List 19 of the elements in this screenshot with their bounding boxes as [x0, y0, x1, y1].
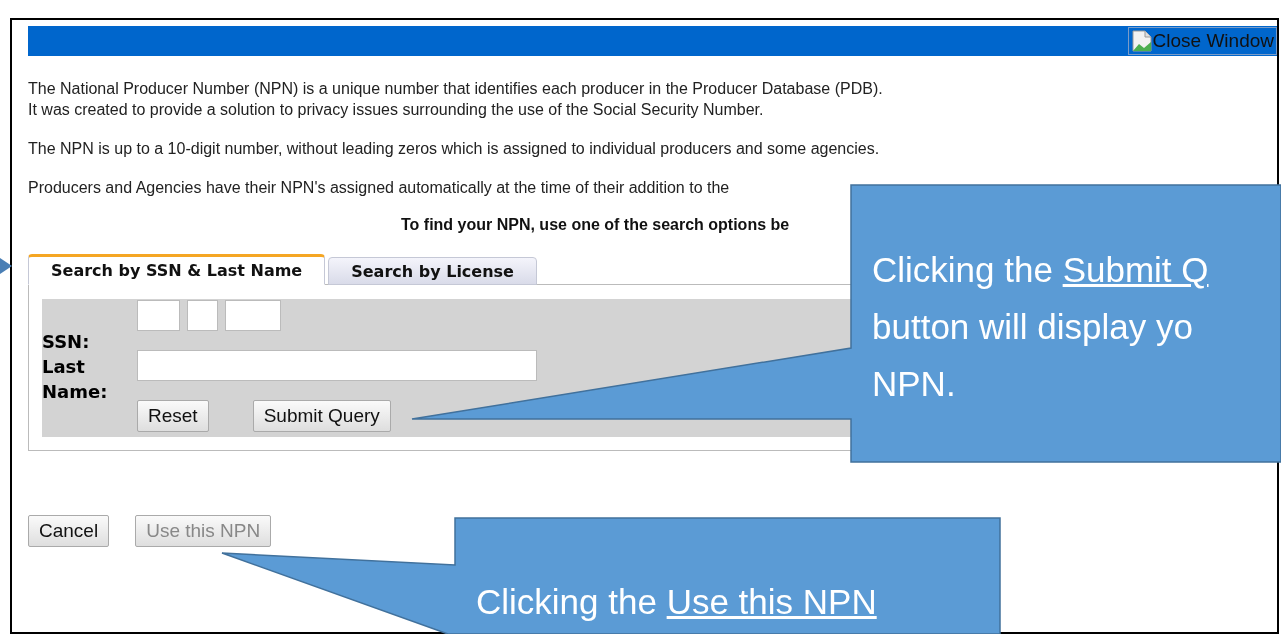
arrow-tip-icon — [0, 258, 12, 274]
info-paragraph: The National Producer Number (NPN) is a unique number that identifies each producer in the Producer Database (PDB). It was created to provide a solution to privacy issues surrounding the use of the Social Security Number. — [28, 79, 884, 120]
ssn-field[interactable] — [137, 300, 180, 331]
last-name-label: Last Name: — [42, 355, 109, 404]
cancel-button[interactable]: Cancel — [28, 515, 110, 547]
callout-text: Clicking the Use this NPN — [476, 581, 877, 623]
search-tab[interactable]: Search by SSN & Last Name — [28, 254, 326, 285]
broken-image-icon — [1130, 29, 1153, 53]
reset-button[interactable]: Reset — [137, 400, 209, 432]
ssn-field[interactable] — [225, 300, 281, 331]
instruction-text: To find your NPN, use one of the search options be — [401, 216, 791, 234]
ssn-field[interactable] — [187, 300, 218, 331]
ssn-label: SSN: — [42, 330, 91, 354]
search-tab[interactable]: Search by License — [328, 257, 537, 285]
info-paragraph: The NPN is up to a 10-digit number, without leading zeros which is assigned to individual producers and some agencies. — [28, 139, 881, 159]
callout-text: Clicking the Submit Q button will display yo NPN. — [872, 249, 1209, 405]
submit-query-button[interactable]: Submit Query — [252, 400, 391, 432]
last-name-field[interactable] — [137, 350, 537, 381]
info-paragraph: Producers and Agencies have their NPN's assigned automatically at the time of their addition to the — [28, 178, 731, 198]
